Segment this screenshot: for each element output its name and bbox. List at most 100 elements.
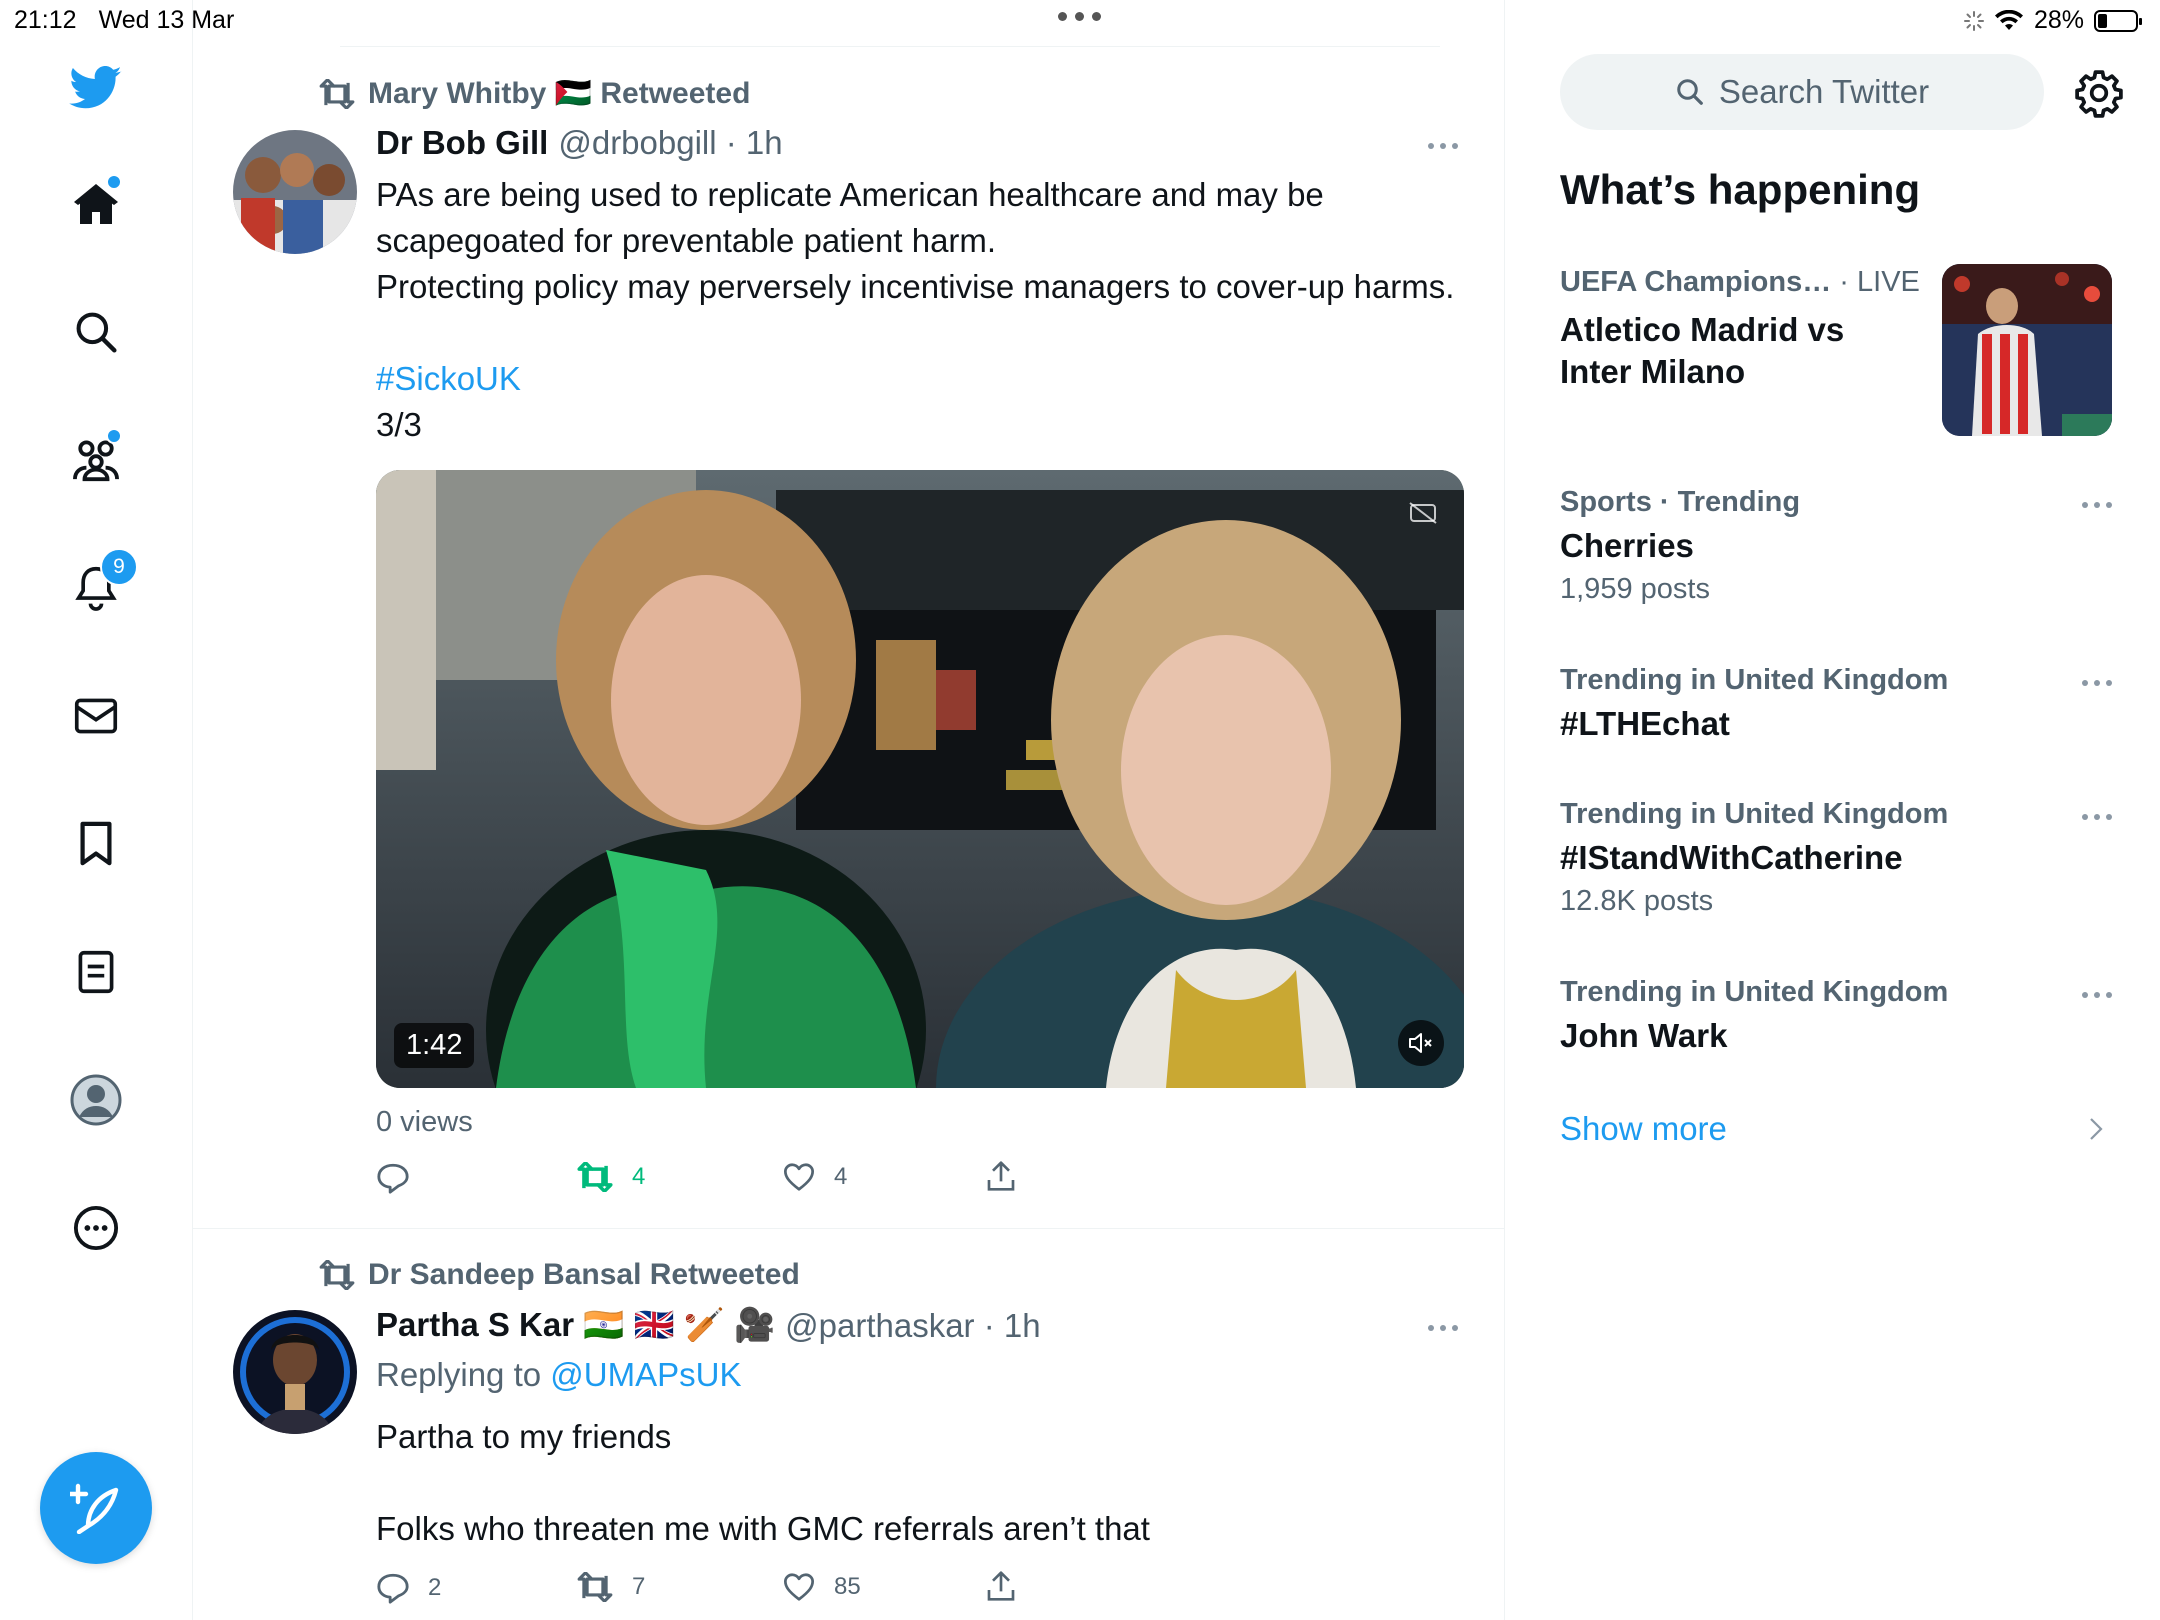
- captions-off-icon: [1409, 502, 1437, 524]
- retweet-icon: [577, 1572, 613, 1602]
- lists-icon: [78, 950, 114, 994]
- trend-item[interactable]: Sports · Trending Cherries 1,959 posts: [1560, 486, 2100, 606]
- trend-more-button[interactable]: [2082, 502, 2112, 508]
- trend-category: Trending in United Kingdom: [1560, 798, 1949, 830]
- bookmarks-icon: [80, 821, 112, 866]
- share-icon: [987, 1571, 1015, 1601]
- reply-count: 2: [428, 1574, 442, 1601]
- chevron-right-icon: [2088, 1116, 2104, 1142]
- view-count: 0 views: [376, 1106, 473, 1138]
- captions-button[interactable]: [1402, 492, 1444, 534]
- tweet-text: PAs are being used to replicate American…: [376, 176, 1455, 305]
- heart-icon: [784, 1163, 814, 1191]
- thread-count: 3/3: [376, 406, 422, 443]
- trend-title: Cherries: [1560, 527, 1694, 564]
- show-more-link[interactable]: Show more: [1560, 1110, 1727, 1148]
- nav-home[interactable]: [56, 164, 136, 244]
- whats-happening-title: What’s happening: [1560, 166, 1921, 213]
- trend-item[interactable]: Trending in United Kingdom John Wark: [1560, 976, 2100, 1057]
- video-duration: 1:42: [394, 1023, 475, 1068]
- trend-item[interactable]: UEFA Champions… · LIVE Atletico Madrid v…: [1560, 266, 1920, 393]
- twitter-logo-icon[interactable]: [56, 48, 136, 128]
- trend-item[interactable]: Trending in United Kingdom #IStandWithCa…: [1560, 798, 2100, 918]
- muted-speaker-icon: [1409, 1033, 1432, 1053]
- trend-post-count: 1,959 posts: [1560, 573, 1710, 605]
- like-count: 4: [834, 1163, 848, 1190]
- trend-title: Atletico Madrid vs Inter Milano: [1560, 311, 1845, 390]
- compose-button[interactable]: [40, 1452, 152, 1564]
- messages-icon: [74, 698, 118, 734]
- settings-button[interactable]: [2074, 68, 2124, 118]
- search-icon: [1677, 79, 1703, 105]
- retweet-context[interactable]: Dr Sandeep Bansal Retweeted: [318, 1258, 800, 1292]
- tweet-divider: [192, 1228, 1504, 1229]
- tweet-more-button[interactable]: [1428, 1325, 1458, 1331]
- heart-icon: [784, 1573, 814, 1601]
- reply-button[interactable]: 2: [376, 1572, 441, 1604]
- trend-category: UEFA Champions…: [1560, 266, 1832, 298]
- tweet-more-button[interactable]: [1428, 143, 1458, 149]
- home-unread-dot: [106, 174, 122, 190]
- share-button[interactable]: [986, 1570, 1016, 1602]
- retweet-button[interactable]: 7: [576, 1572, 645, 1602]
- profile-icon: [70, 1074, 122, 1126]
- like-button[interactable]: 4: [782, 1162, 847, 1192]
- reply-icon: [377, 1163, 409, 1194]
- author-name[interactable]: Dr Bob Gill: [376, 124, 548, 162]
- wifi-icon: [1994, 9, 2023, 30]
- more-icon: [73, 1205, 119, 1251]
- trend-item[interactable]: Trending in United Kingdom #LTHEchat: [1560, 664, 2100, 745]
- search-input[interactable]: Search Twitter: [1560, 54, 2044, 130]
- reply-icon: [377, 1573, 409, 1604]
- mute-button[interactable]: [1398, 1020, 1444, 1066]
- replying-to-label: Replying to: [376, 1356, 542, 1393]
- retweeted-by-label: Mary Whitby 🇵🇸 Retweeted: [368, 77, 751, 110]
- trend-category: Trending in United Kingdom: [1560, 664, 1949, 696]
- retweet-context[interactable]: Mary Whitby 🇵🇸 Retweeted: [318, 76, 750, 111]
- tweet-text-line: Partha to my friends: [376, 1418, 672, 1455]
- video-frame: [376, 470, 1464, 1088]
- trend-category: Trending in United Kingdom: [1560, 976, 1949, 1008]
- share-icon: [987, 1161, 1015, 1191]
- compose-icon: [70, 1483, 119, 1534]
- trend-title: #IStandWithCatherine: [1560, 839, 1903, 876]
- gear-icon: [2075, 70, 2123, 118]
- trend-more-button[interactable]: [2082, 680, 2112, 686]
- communities-unread-dot: [106, 428, 122, 444]
- nav-more[interactable]: [56, 1188, 136, 1268]
- like-button[interactable]: 85: [782, 1572, 861, 1602]
- tweet-header: Partha S Kar 🇮🇳 🇬🇧 🏏 🎥 @parthaskar · 1h: [376, 1306, 1041, 1345]
- nav-lists[interactable]: [56, 932, 136, 1012]
- trend-post-count: 12.8K posts: [1560, 885, 1714, 917]
- hashtag-link[interactable]: #SickoUK: [376, 356, 521, 402]
- retweet-count: 4: [632, 1163, 646, 1190]
- nav-notifications[interactable]: 9: [56, 548, 138, 628]
- nav-bookmarks[interactable]: [56, 804, 136, 884]
- mention-link[interactable]: @UMAPsUK: [550, 1356, 741, 1393]
- tweet-header: Dr Bob Gill @drbobgill · 1h: [376, 124, 783, 162]
- trend-more-button[interactable]: [2082, 814, 2112, 820]
- battery-icon: [2094, 9, 2142, 32]
- search-icon: [76, 312, 117, 353]
- nav-messages[interactable]: [56, 676, 136, 756]
- author-handle[interactable]: @parthaskar · 1h: [785, 1307, 1040, 1345]
- trend-category: Sports · Trending: [1560, 486, 1801, 518]
- share-button[interactable]: [986, 1160, 1016, 1192]
- nav-explore[interactable]: [56, 292, 136, 372]
- avatar[interactable]: [233, 130, 357, 254]
- retweet-button[interactable]: 4: [576, 1162, 645, 1192]
- retweet-icon: [577, 1162, 613, 1192]
- reply-button[interactable]: [376, 1162, 410, 1194]
- nav-communities[interactable]: [56, 420, 136, 500]
- trend-more-button[interactable]: [2082, 992, 2112, 998]
- retweet-icon: [319, 78, 355, 109]
- author-name[interactable]: Partha S Kar 🇮🇳 🇬🇧 🏏 🎥: [376, 1306, 775, 1345]
- video-player[interactable]: 1:42: [376, 470, 1464, 1088]
- author-handle[interactable]: @drbobgill · 1h: [558, 124, 782, 162]
- trend-title: John Wark: [1560, 1017, 1728, 1054]
- replying-to: Replying to @UMAPsUK: [376, 1356, 741, 1394]
- notifications-badge: 9: [100, 548, 138, 586]
- avatar[interactable]: [233, 1310, 357, 1434]
- trend-thumbnail[interactable]: [1942, 264, 2112, 436]
- nav-profile[interactable]: [56, 1060, 136, 1140]
